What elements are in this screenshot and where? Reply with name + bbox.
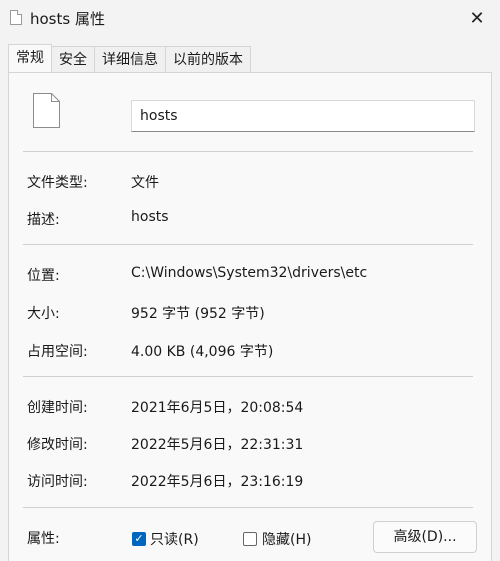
location-label: 位置: [27, 268, 60, 284]
file-name-input[interactable] [131, 100, 475, 132]
tab-bar: 常规 安全 详细信息 以前的版本 [8, 44, 251, 72]
size-label: 大小: [27, 306, 60, 322]
title-bar: hosts 属性 ✕ [0, 0, 500, 36]
divider [23, 376, 473, 377]
checkmark-icon: ✓ [134, 532, 144, 545]
tab-details[interactable]: 详细信息 [94, 46, 166, 72]
window-title: hosts 属性 [30, 10, 105, 28]
description-label: 描述: [27, 212, 60, 228]
description-value: hosts [131, 209, 169, 225]
file-type-value: 文件 [131, 175, 159, 191]
size-on-disk-label: 占用空间: [27, 344, 88, 360]
size-on-disk-value: 4.00 KB (4,096 字节) [131, 344, 274, 360]
file-type-label: 文件类型: [27, 175, 88, 191]
general-panel: 文件类型: 文件 描述: hosts 位置: C:\Windows\System… [8, 72, 492, 561]
divider [23, 151, 473, 152]
size-value: 952 字节 (952 字节) [131, 306, 265, 322]
readonly-checkbox[interactable]: ✓ [132, 532, 146, 546]
file-icon [33, 93, 60, 128]
attributes-label: 属性: [27, 531, 60, 547]
tab-previous-versions[interactable]: 以前的版本 [165, 46, 251, 72]
readonly-label[interactable]: 只读(R) [150, 529, 199, 549]
tab-security[interactable]: 安全 [51, 46, 95, 72]
document-icon [10, 10, 22, 25]
advanced-button[interactable]: 高级(D)... [373, 521, 477, 553]
divider [23, 507, 473, 508]
modified-label: 修改时间: [27, 437, 88, 453]
tab-general[interactable]: 常规 [8, 44, 52, 72]
modified-value: 2022年5月6日，22:31:31 [131, 437, 304, 453]
hidden-checkbox[interactable] [243, 532, 257, 546]
accessed-value: 2022年5月6日，23:16:19 [131, 474, 304, 490]
created-label: 创建时间: [27, 400, 88, 416]
close-button[interactable]: ✕ [454, 0, 500, 36]
close-icon: ✕ [469, 7, 485, 29]
hidden-label[interactable]: 隐藏(H) [262, 529, 311, 549]
location-value: C:\Windows\System32\drivers\etc [131, 265, 368, 281]
divider [23, 244, 473, 245]
created-value: 2021年6月5日，20:08:54 [131, 400, 304, 416]
accessed-label: 访问时间: [27, 474, 88, 490]
